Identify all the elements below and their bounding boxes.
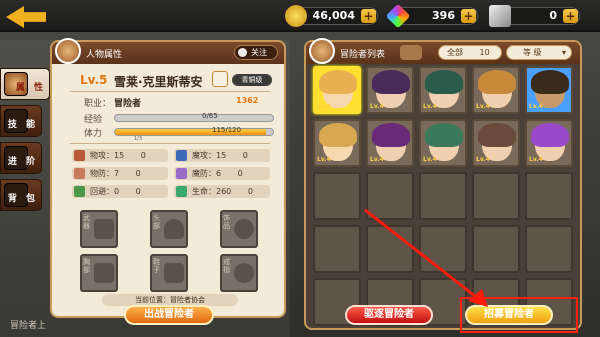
power-value: 1362 [236,96,259,105]
hero-hair [372,70,410,94]
accessory-icon [234,219,254,239]
hero-hair [425,123,463,147]
filter-all-dropdown[interactable]: 全部 10 [438,45,502,60]
hero-level-tag: Lv.4 [317,156,331,163]
tab-skills[interactable]: 技 能 [0,105,42,137]
hero-card[interactable]: Lv.4 [525,119,573,167]
follow-button[interactable]: 关注 [234,45,278,60]
stat-pdef: 物防：7 0 [72,167,168,180]
hero-card[interactable]: Lv.4 [472,119,520,167]
red-arrow [364,208,488,307]
mdef-icon [176,168,187,179]
matk-icon [176,150,187,161]
gold-counter: 46,004 + [285,5,378,27]
stamina-bar [114,128,274,136]
evasion-icon [74,186,85,197]
stat-patk: 物攻：15 0 [72,149,168,162]
patk-icon [74,150,85,161]
tab-attributes[interactable]: 属 性 [0,68,50,100]
hero-level-tag: Lv.4 [423,156,437,163]
chevron-down-icon: ▾ [561,48,566,57]
armor-icon [94,263,114,283]
hero-hair [319,123,357,147]
heart-icon [238,48,247,57]
back-arrow-icon[interactable] [6,6,46,28]
equip-slot-boots[interactable]: 鞋子 [150,254,188,292]
hp-icon [176,186,187,197]
hero-hair [478,123,516,147]
equip-slot-ring[interactable]: 戒指 [220,254,258,292]
hero-card[interactable]: Lv.4 [313,66,361,114]
equip-slot-weapon[interactable]: 武器 [80,210,118,248]
sword-icon [94,219,114,239]
hero-card[interactable]: Lv.4 [419,66,467,114]
helmet-icon [164,219,184,239]
gold-coin-icon [285,5,307,27]
hero-card[interactable]: Lv.4 [313,119,361,167]
tab-backpack[interactable]: 背 包 [0,179,42,211]
ring-icon [234,263,254,283]
divider [70,91,270,92]
boots-icon [164,263,184,283]
sort-dropdown[interactable]: 等 级 ▾ [506,45,572,60]
roster-icon [309,38,335,64]
add-gems-button[interactable]: + [461,9,476,23]
hero-level-tag: Lv.4 [529,156,543,163]
bottom-caption: 冒险者上 [10,321,47,331]
stat-matk: 魔攻：15 0 [174,149,270,162]
empty-slot [525,225,573,273]
hero-card[interactable]: Lv.4 [419,119,467,167]
ticket-counter: 0 + [489,5,580,27]
attributes-header: 人物属性 关注 [52,38,284,64]
stat-hp: 生命：260 0 [174,185,270,198]
hero-hair [425,70,463,94]
top-bar: 46,004 + 396 + 0 + [0,0,600,32]
tab-advance[interactable]: 进 阶 [0,142,42,174]
add-tickets-button[interactable]: + [563,9,578,23]
gem-icon [385,3,411,29]
hero-name: 雪莱·克里斯蒂安 [114,75,203,89]
empty-slot [525,172,573,220]
attributes-panel: 人物属性 关注 Lv.5 雪莱·克里斯蒂安 青铜级 职业： 冒险者 1362 经… [50,38,286,318]
stamina-value: 115/120 [212,126,242,134]
hero-hair [531,70,569,94]
equip-slot-chest[interactable]: 胸部 [80,254,118,292]
add-gold-button[interactable]: + [361,9,376,23]
equip-slot-accessory[interactable]: 饰品 [220,210,258,248]
hero-card[interactable]: Lv.4 [366,119,414,167]
equip-slot-head[interactable]: 头部 [150,210,188,248]
empty-slot [313,172,361,220]
deploy-hero-button[interactable]: 出战冒险者 [124,305,214,325]
hero-level-tag: Lv.4 [529,103,543,110]
hero-level-tag: Lv.4 [423,103,437,110]
hero-card[interactable]: Lv.4 [525,66,573,114]
hero-hair [531,123,569,147]
hero-card[interactable]: Lv.4 [366,66,414,114]
grade-badge: 青铜级 [232,74,272,86]
edit-name-icon[interactable] [212,71,228,87]
stat-mdef: 魔防：6 0 [174,167,270,180]
hero-portrait-icon [55,38,81,64]
hero-level: Lv.5 [80,73,108,87]
exp-value: 0/65 [202,112,218,120]
hero-hair [319,70,357,94]
stat-evasion: 回避：0 0 [72,185,168,198]
ticket-icon [489,5,511,27]
exp-bar [114,114,274,122]
gem-counter: 396 + [385,3,478,29]
hero-level-tag: Lv.4 [476,103,490,110]
refresh-icon[interactable] [400,45,422,60]
hero-card[interactable]: Lv.4 [472,66,520,114]
stamina-sub: 1/3 [134,136,143,142]
hero-level-tag: Lv.4 [476,156,490,163]
hero-level-tag: Lv.4 [317,103,331,110]
hero-level-tag: Lv.4 [370,103,384,110]
pdef-icon [74,168,85,179]
job-value: 冒险者 [114,99,142,109]
empty-slot [313,225,361,273]
hero-hair [372,123,410,147]
hero-level-tag: Lv.4 [370,156,384,163]
hero-hair [478,70,516,94]
